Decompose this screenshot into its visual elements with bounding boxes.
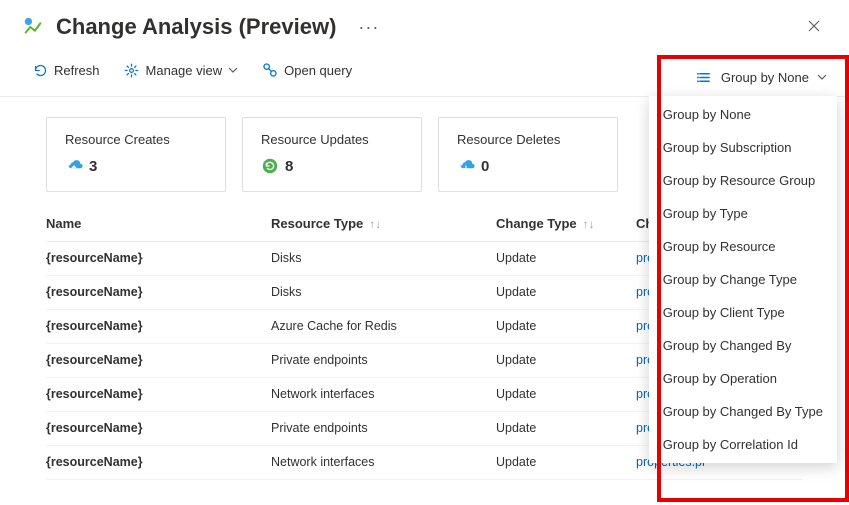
- cell-name: {resourceName}: [46, 421, 271, 435]
- gear-icon: [124, 62, 140, 78]
- cell-type: Network interfaces: [271, 455, 496, 469]
- chevron-down-icon: [817, 70, 827, 85]
- cell-name: {resourceName}: [46, 319, 271, 333]
- list-icon: [697, 69, 713, 85]
- group-by-wrapper: Group by None Group by NoneGroup by Subs…: [649, 64, 837, 463]
- chevron-down-icon: [228, 63, 238, 78]
- group-by-button[interactable]: Group by None: [687, 64, 837, 90]
- cell-type: Azure Cache for Redis: [271, 319, 496, 333]
- card-resource-creates[interactable]: Resource Creates 3: [46, 117, 226, 192]
- create-icon: [65, 157, 83, 175]
- refresh-button[interactable]: Refresh: [22, 58, 110, 82]
- card-updates-label: Resource Updates: [261, 132, 403, 147]
- card-creates-value: 3: [89, 158, 97, 175]
- manage-view-button[interactable]: Manage view: [114, 58, 249, 82]
- group-by-menu-item[interactable]: Group by Changed By Type: [649, 395, 837, 428]
- cell-name: {resourceName}: [46, 353, 271, 367]
- cell-change-type: Update: [496, 421, 636, 435]
- card-resource-updates[interactable]: Resource Updates 8: [242, 117, 422, 192]
- cell-type: Network interfaces: [271, 387, 496, 401]
- cell-change-type: Update: [496, 319, 636, 333]
- open-query-label: Open query: [284, 63, 352, 78]
- group-by-menu-item[interactable]: Group by Change Type: [649, 263, 837, 296]
- refresh-label: Refresh: [54, 63, 100, 78]
- cell-type: Private endpoints: [271, 353, 496, 367]
- card-updates-value: 8: [285, 158, 293, 175]
- cell-name: {resourceName}: [46, 251, 271, 265]
- group-by-menu-item[interactable]: Group by Operation: [649, 362, 837, 395]
- cell-type: Disks: [271, 285, 496, 299]
- sort-icon: ↑↓: [583, 217, 595, 231]
- group-by-menu-item[interactable]: Group by None: [649, 98, 837, 131]
- cell-change-type: Update: [496, 285, 636, 299]
- cell-change-type: Update: [496, 251, 636, 265]
- more-options-button[interactable]: ···: [348, 17, 389, 38]
- group-by-menu-item[interactable]: Group by Resource: [649, 230, 837, 263]
- page-title: Change Analysis (Preview): [56, 14, 336, 40]
- card-deletes-value: 0: [481, 158, 489, 175]
- group-by-menu: Group by NoneGroup by SubscriptionGroup …: [649, 96, 837, 463]
- sort-icon: ↑↓: [369, 217, 381, 231]
- delete-icon: [457, 157, 475, 175]
- query-icon: [262, 62, 278, 78]
- close-button[interactable]: [801, 17, 827, 38]
- col-type-label: Resource Type: [271, 216, 363, 231]
- cell-change-type: Update: [496, 455, 636, 469]
- change-analysis-icon: [22, 16, 44, 38]
- card-creates-label: Resource Creates: [65, 132, 207, 147]
- cell-change-type: Update: [496, 387, 636, 401]
- group-by-menu-item[interactable]: Group by Client Type: [649, 296, 837, 329]
- refresh-icon: [32, 62, 48, 78]
- manage-view-label: Manage view: [146, 63, 223, 78]
- col-changetype-label: Change Type: [496, 216, 577, 231]
- cell-type: Disks: [271, 251, 496, 265]
- cell-name: {resourceName}: [46, 285, 271, 299]
- col-name-header[interactable]: Name: [46, 216, 271, 231]
- cell-name: {resourceName}: [46, 455, 271, 469]
- header: Change Analysis (Preview) ···: [0, 0, 849, 40]
- card-deletes-label: Resource Deletes: [457, 132, 599, 147]
- cell-change-type: Update: [496, 353, 636, 367]
- cell-type: Private endpoints: [271, 421, 496, 435]
- col-name-label: Name: [46, 216, 81, 231]
- card-resource-deletes[interactable]: Resource Deletes 0: [438, 117, 618, 192]
- group-by-menu-item[interactable]: Group by Correlation Id: [649, 428, 837, 461]
- cell-name: {resourceName}: [46, 387, 271, 401]
- group-by-menu-item[interactable]: Group by Changed By: [649, 329, 837, 362]
- group-by-label: Group by None: [721, 70, 809, 85]
- group-by-menu-item[interactable]: Group by Resource Group: [649, 164, 837, 197]
- update-icon: [261, 157, 279, 175]
- open-query-button[interactable]: Open query: [252, 58, 362, 82]
- col-change-type-header[interactable]: Change Type ↑↓: [496, 216, 636, 231]
- group-by-menu-item[interactable]: Group by Subscription: [649, 131, 837, 164]
- group-by-menu-item[interactable]: Group by Type: [649, 197, 837, 230]
- col-type-header[interactable]: Resource Type ↑↓: [271, 216, 496, 231]
